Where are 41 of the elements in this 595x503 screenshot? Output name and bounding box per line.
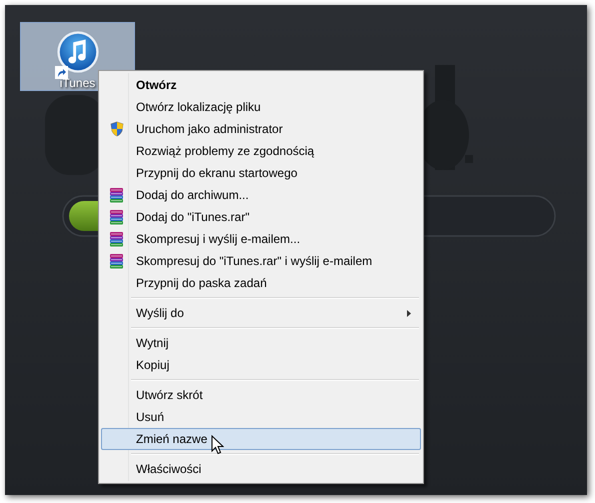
menu-item-label: Skompresuj do "iTunes.rar" i wyślij e-mailem: [136, 253, 372, 270]
submenu-arrow-icon: [407, 310, 411, 316]
menu-item[interactable]: Przypnij do paska zadań: [101, 272, 421, 294]
menu-item[interactable]: Wytnij: [101, 332, 421, 354]
menu-item[interactable]: Uruchom jako administrator: [101, 118, 421, 140]
book-stack-icon: [109, 253, 125, 269]
menu-item-label: Utwórz skrót: [136, 387, 203, 404]
menu-item[interactable]: Kopiuj: [101, 354, 421, 376]
menu-item-label: Dodaj do "iTunes.rar": [136, 209, 250, 226]
menu-item-label: Wyślij do: [136, 305, 184, 322]
menu-item[interactable]: Skompresuj i wyślij e-mailem...: [101, 228, 421, 250]
book-stack-icon: [109, 231, 125, 247]
menu-item-label: Przypnij do paska zadań: [136, 275, 267, 292]
menu-item[interactable]: Zmień nazwe: [101, 428, 421, 450]
menu-item-label: Otwórz lokalizację pliku: [136, 99, 261, 116]
menu-item-label: Zmień nazwe: [136, 431, 208, 448]
menu-item-label: Otwórz: [136, 77, 177, 94]
menu-item-label: Kopiuj: [136, 357, 170, 374]
menu-item[interactable]: Usuń: [101, 406, 421, 428]
menu-item[interactable]: Właściwości: [101, 458, 421, 480]
menu-item-label: Przypnij do ekranu startowego: [136, 165, 298, 182]
book-stack-icon: [109, 187, 125, 203]
menu-item-label: Właściwości: [136, 461, 202, 478]
menu-item-label: Uruchom jako administrator: [136, 121, 283, 138]
menu-item[interactable]: Dodaj do archiwum...: [101, 184, 421, 206]
shortcut-arrow-icon: [55, 66, 68, 79]
menu-item[interactable]: Rozwiąż problemy ze zgodnością: [101, 140, 421, 162]
menu-item[interactable]: Otwórz lokalizację pliku: [101, 96, 421, 118]
menu-item[interactable]: Skompresuj do "iTunes.rar" i wyślij e-mailem: [101, 250, 421, 272]
icon-label: iTunes: [60, 76, 96, 90]
menu-item[interactable]: Wyślij do: [101, 302, 421, 324]
menu-item-label: Wytnij: [136, 335, 169, 352]
book-stack-icon: [109, 209, 125, 225]
menu-item-label: Dodaj do archiwum...: [136, 187, 249, 204]
menu-item-label: Usuń: [136, 409, 164, 426]
menu-item-label: Rozwiąż problemy ze zgodnością: [136, 143, 314, 160]
shield-icon: [110, 121, 124, 137]
cursor-icon: [211, 435, 224, 455]
menu-item[interactable]: Utwórz skrót: [101, 384, 421, 406]
menu-item-label: Skompresuj i wyślij e-mailem...: [136, 231, 300, 248]
menu-item[interactable]: Przypnij do ekranu startowego: [101, 162, 421, 184]
